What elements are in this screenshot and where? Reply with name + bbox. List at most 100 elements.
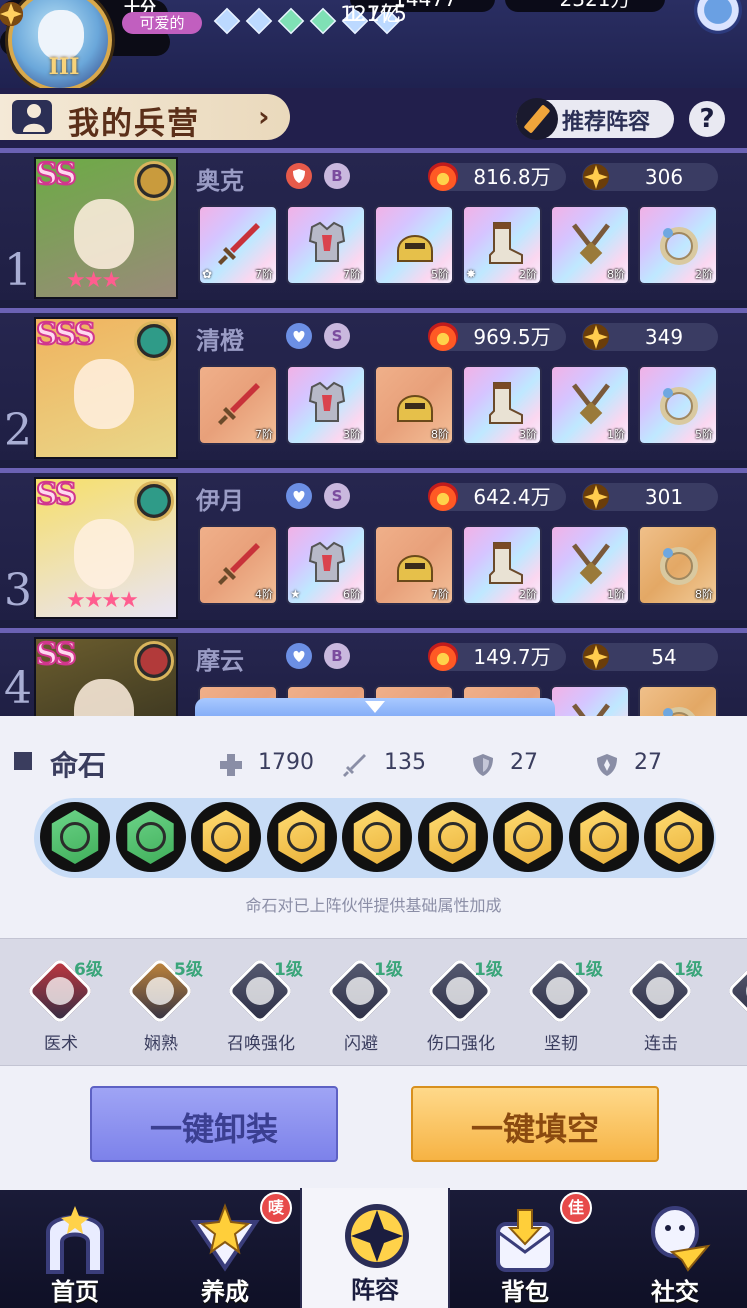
lifestone-slot[interactable] (493, 802, 563, 872)
unequip-all-button[interactable]: 一键卸装 (90, 1086, 338, 1162)
portrait-face (74, 199, 134, 269)
skill-item[interactable]: 1级 坚韧 (506, 955, 606, 1055)
equipment-slot-armor[interactable]: 7阶 (286, 205, 366, 285)
equipment-slot-ring[interactable]: 2阶 (638, 205, 718, 285)
equipment-slot-boots[interactable]: 2阶 ✸ (462, 205, 542, 285)
hero-rank-number: 1 (4, 245, 32, 296)
equipment-slot-boots[interactable]: 3阶 (462, 365, 542, 445)
equipment-slot-helmet[interactable]: 8阶 (374, 365, 454, 445)
nav-tab-home[interactable]: 首页 (0, 1190, 150, 1308)
equipment-slot-helmet[interactable]: 5阶 (374, 205, 454, 285)
skill-item[interactable]: 长 (706, 955, 747, 1055)
hero-name: 清橙 (196, 326, 244, 355)
equipment-enchant-mark: ✿ (202, 267, 213, 281)
equipment-slot-boots[interactable]: 2阶 (462, 525, 542, 605)
skill-name: 召唤强化 (227, 1034, 295, 1054)
hero-portrait[interactable]: SSS (34, 317, 178, 459)
sword-attack-icon (343, 754, 366, 777)
equipment-slot-necklace[interactable]: 1阶 (550, 525, 630, 605)
hero-row[interactable]: 2 SSS 清橙 S 969.5万 349 7阶 3阶 8阶 3阶 1阶 5阶 (0, 308, 747, 460)
attr-health-value: 1790 (258, 750, 314, 775)
lifestone-description: 命石对已上阵伙伴提供基础属性加成 (245, 896, 502, 915)
skill-item[interactable]: 6级 医术 (6, 955, 106, 1055)
equipment-slot-ring[interactable]: 8阶 (638, 525, 718, 605)
health-cross-icon (220, 754, 242, 776)
armor-icon (308, 381, 346, 422)
skill-symbol-icon (646, 977, 674, 1005)
equipment-slot-armor[interactable]: 6阶 ★ (286, 525, 366, 605)
equipment-level: 5阶 (695, 428, 713, 441)
hero-stars-pill: 306 (582, 163, 718, 191)
equipment-slot-sword[interactable]: 7阶 (198, 365, 278, 445)
equipment-level: 7阶 (255, 428, 273, 441)
skill-item[interactable]: 1级 闪避 (306, 955, 406, 1055)
lifestone-slot[interactable] (191, 802, 261, 872)
nav-tab-develop[interactable]: 养成 唛 (150, 1190, 300, 1308)
equipment-slot-helmet[interactable]: 7阶 (374, 525, 454, 605)
star-pyramid-icon (190, 1203, 260, 1272)
skill-item[interactable]: 1级 连击 (606, 955, 706, 1055)
lifestone-title: 命石 (50, 749, 107, 782)
section-marker (14, 752, 32, 770)
equipment-slot-ring[interactable]: 5阶 (638, 365, 718, 445)
help-button[interactable]: ? (689, 101, 725, 137)
equipment-slot-necklace[interactable]: 8阶 (550, 205, 630, 285)
lifestone-rune (513, 822, 543, 852)
lifestone-slot[interactable] (115, 802, 186, 872)
lifestone-slot[interactable] (342, 802, 412, 872)
skill-level: 1级 (574, 960, 603, 980)
lifestone-slot[interactable] (644, 802, 714, 872)
bottom-navigation: 首页 养成 唛阵容 背包 佳社交 (0, 1188, 747, 1308)
skill-item[interactable]: 1级 召唤强化 (206, 955, 306, 1055)
hero-rank-number: 3 (4, 565, 32, 616)
element-icon (134, 321, 174, 361)
element-icon (134, 481, 174, 521)
lifestone-rune (437, 822, 468, 852)
equipment-slot-sword[interactable]: 4阶 (198, 525, 278, 605)
skill-level: 5级 (174, 960, 203, 980)
hero-portrait[interactable]: SS ★★★ (34, 157, 178, 299)
skill-item[interactable]: 1级 伤口强化 (406, 955, 506, 1055)
equipment-level: 6阶 (343, 588, 361, 601)
necklace-icon (572, 223, 610, 265)
my-barracks-button[interactable]: 我的兵营 › (0, 94, 290, 142)
hero-row[interactable]: 1 SS ★★★ 奥克 B 816.8万 306 7阶 ✿ 7阶 5阶 2阶 ✸ 8阶 2阶 (0, 148, 747, 300)
star-compass-icon (583, 324, 609, 350)
equipment-level: 2阶 (695, 268, 713, 281)
home-arch-icon (46, 1206, 104, 1274)
portrait-face (74, 519, 134, 589)
skill-name: 闪避 (344, 1034, 378, 1054)
sword-icon (218, 383, 260, 425)
hero-row[interactable]: 3 SS ★★★★ 伊月 S 642.4万 301 4阶 6阶 ★ 7阶 2阶 1阶 8阶 (0, 468, 747, 620)
equipment-slot-sword[interactable]: 7阶 ✿ (198, 205, 278, 285)
lifestone-rune (286, 822, 317, 852)
equipment-level: 8阶 (695, 588, 713, 601)
nav-label: 社交 (651, 1277, 699, 1306)
equipment-slot-armor[interactable]: 3阶 (286, 365, 366, 445)
lifestone-slot[interactable] (40, 802, 110, 872)
lifestone-slot[interactable] (266, 802, 337, 872)
lifestone-rune (211, 822, 241, 852)
magic-shield-icon (597, 754, 617, 776)
equipment-level: 2阶 (519, 588, 537, 601)
nav-tab-social[interactable]: 社交 (600, 1190, 747, 1308)
nav-label: 首页 (51, 1277, 99, 1306)
quality-badge: S (324, 323, 350, 349)
auto-fill-button[interactable]: 一键填空 (411, 1086, 659, 1162)
settings-gear-icon[interactable] (694, 0, 742, 34)
lifestone-slot[interactable] (417, 802, 488, 872)
skill-item[interactable]: 5级娴熟 (106, 955, 206, 1055)
equipment-level: 7阶 (255, 268, 273, 281)
skill-name: 娴熟 (144, 1034, 178, 1054)
nav-tab-lineup[interactable]: 阵容 (300, 1188, 450, 1308)
recommend-lineup-button[interactable]: 推荐阵容 (516, 98, 674, 140)
skill-level: 1级 (474, 960, 503, 980)
hero-portrait[interactable]: SS ★★★★ (34, 477, 178, 619)
lifestone-slot[interactable] (568, 802, 639, 872)
fire-power-icon (428, 161, 458, 191)
notification-badge: 唛 (260, 1192, 292, 1224)
equipment-slot-necklace[interactable]: 1阶 (550, 365, 630, 445)
hero-power-pill: 149.7万 (428, 641, 566, 671)
skills-strip[interactable]: 6级医术5级娴熟1级召唤强化1级闪避1级伤口强化1级坚韧1级连击长 (0, 938, 747, 1066)
nav-tab-bag[interactable]: 背包 佳 (450, 1190, 600, 1308)
